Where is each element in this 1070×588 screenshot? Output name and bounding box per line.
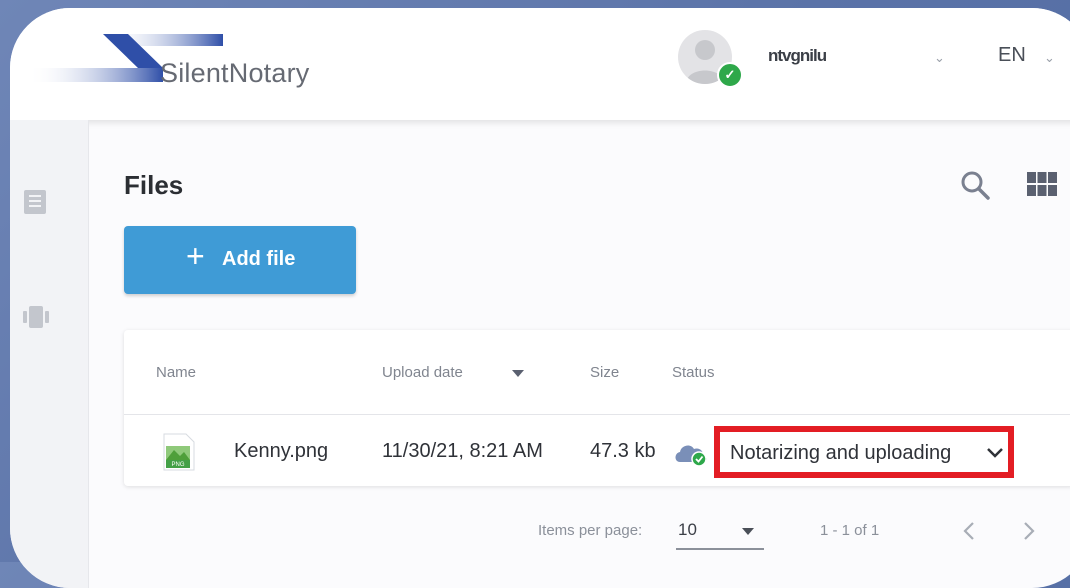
grid-view-icon[interactable] (1026, 170, 1058, 200)
status-dropdown[interactable]: Notarizing and uploading (714, 426, 1014, 478)
add-file-button[interactable]: + Add file (124, 226, 356, 294)
files-table: Name Upload date Size Status PNG Kenny.p… (124, 330, 1070, 486)
png-file-icon: PNG (163, 433, 195, 471)
file-name[interactable]: Kenny.png (234, 440, 328, 463)
upload-date: 11/30/21, 8:21 AM (382, 440, 543, 462)
chevron-down-icon (987, 448, 1003, 458)
search-icon[interactable] (958, 168, 992, 202)
column-header-name[interactable]: Name (156, 364, 196, 381)
column-header-upload-date[interactable]: Upload date (382, 364, 463, 381)
language-chevron-icon[interactable]: ⌄ (1044, 50, 1055, 66)
files-icon[interactable] (20, 186, 52, 218)
items-per-page-label: Items per page: (538, 522, 643, 539)
sort-arrow-icon[interactable] (512, 370, 524, 378)
status-text: Notarizing and uploading (730, 442, 952, 464)
previous-page-icon[interactable] (962, 520, 976, 542)
column-header-status: Status (672, 364, 715, 381)
verified-badge-icon: ✓ (717, 62, 743, 88)
username[interactable]: ntvgnilu (768, 46, 827, 66)
plus-icon: + (186, 238, 205, 274)
app-window: SilentNotary ✓ ntvgnilu ⌄ EN ⌄ Files + A… (10, 8, 1070, 588)
user-menu-chevron-icon[interactable]: ⌄ (934, 50, 945, 66)
brand-name: SilentNotary (160, 58, 310, 88)
page-title: Files (124, 170, 184, 200)
next-page-icon[interactable] (1022, 520, 1036, 542)
add-file-label: Add file (222, 248, 296, 270)
page-range: 1 - 1 of 1 (820, 522, 880, 539)
top-header: SilentNotary ✓ ntvgnilu ⌄ EN ⌄ (10, 8, 1070, 120)
sidebar (10, 120, 89, 588)
row-divider (124, 414, 1070, 415)
language-selector[interactable]: EN (998, 44, 1026, 67)
select-underline (676, 548, 764, 550)
items-per-page-select[interactable]: 10 (678, 520, 697, 540)
svg-text:PNG: PNG (171, 462, 184, 468)
column-header-size[interactable]: Size (590, 364, 619, 381)
file-size: 47.3 kb (590, 440, 656, 462)
cloud-verified-icon (675, 445, 707, 467)
items-per-page-arrow-icon[interactable] (742, 528, 754, 536)
devices-icon[interactable] (20, 300, 52, 332)
